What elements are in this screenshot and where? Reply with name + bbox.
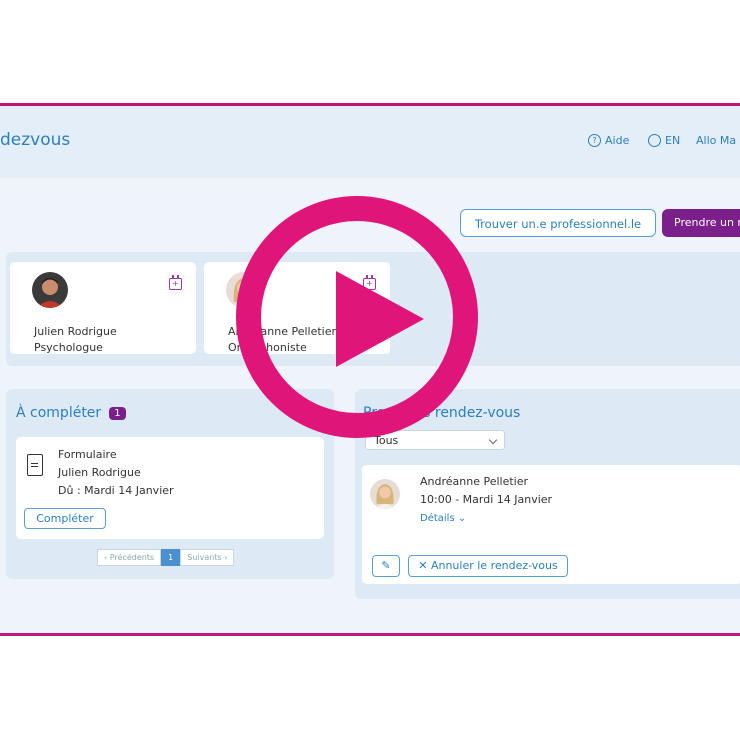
top-bar: dezvous ? Aide EN Allo Ma: [0, 106, 740, 178]
edit-button[interactable]: ✎: [372, 555, 400, 577]
globe-icon: [648, 134, 661, 147]
user-menu[interactable]: Allo Ma: [696, 134, 736, 147]
language-switch[interactable]: EN: [648, 134, 680, 147]
close-icon: ✕: [418, 559, 428, 572]
pencil-icon: ✎: [381, 559, 391, 572]
user-menu-label: Allo Ma: [696, 134, 737, 147]
tasks-title: À compléter 1: [16, 405, 126, 421]
help-icon: ?: [588, 134, 601, 147]
help-label: Aide: [605, 134, 630, 147]
appointment-professional: Andréanne Pelletier: [420, 475, 529, 488]
details-label: Détails: [420, 513, 455, 524]
document-icon: [27, 454, 43, 476]
calendar-add-icon[interactable]: [169, 275, 182, 290]
avatar: [32, 272, 68, 308]
appointment-card: Andréanne Pelletier 10:00 - Mardi 14 Jan…: [362, 465, 740, 584]
current-page[interactable]: 1: [161, 549, 181, 566]
chevron-down-icon: ⌄: [457, 513, 467, 524]
avatar: [370, 479, 400, 509]
appointment-time: 10:00 - Mardi 14 Janvier: [420, 493, 553, 506]
play-icon[interactable]: [336, 271, 424, 367]
help-link[interactable]: ? Aide: [588, 134, 629, 147]
book-appointment-button[interactable]: Prendre un r: [662, 209, 740, 237]
tasks-panel: À compléter 1 Formulaire Julien Rodrigue…: [6, 389, 334, 579]
brand-logo: dezvous: [0, 130, 71, 150]
professional-name: Julien Rodrigue: [34, 325, 117, 338]
task-professional: Julien Rodrigue: [58, 466, 141, 479]
task-due-date: Dû : Mardi 14 Janvier: [58, 484, 174, 497]
find-professional-button[interactable]: Trouver un.e professionnel.le: [460, 209, 656, 237]
professional-card[interactable]: Julien Rodrigue Psychologue: [10, 262, 196, 354]
previous-page-button[interactable]: ‹ Précédents: [97, 549, 162, 566]
cancel-appointment-label: Annuler le rendez-vous: [430, 559, 558, 572]
pagination: ‹ Précédents 1 Suivants ›: [97, 549, 235, 566]
language-label: EN: [665, 134, 681, 147]
next-page-button[interactable]: Suivants ›: [180, 549, 235, 566]
task-card: Formulaire Julien Rodrigue Dû : Mardi 14…: [16, 437, 324, 539]
tasks-title-text: À compléter: [16, 405, 102, 421]
chevron-down-icon: [488, 435, 498, 445]
complete-button[interactable]: Compléter: [24, 508, 106, 529]
professional-role: Psychologue: [34, 341, 103, 354]
details-toggle[interactable]: Détails ⌄: [420, 513, 466, 524]
cancel-appointment-button[interactable]: ✕ Annuler le rendez-vous: [408, 555, 568, 577]
task-type: Formulaire: [58, 448, 117, 461]
tasks-count-badge: 1: [109, 406, 126, 420]
